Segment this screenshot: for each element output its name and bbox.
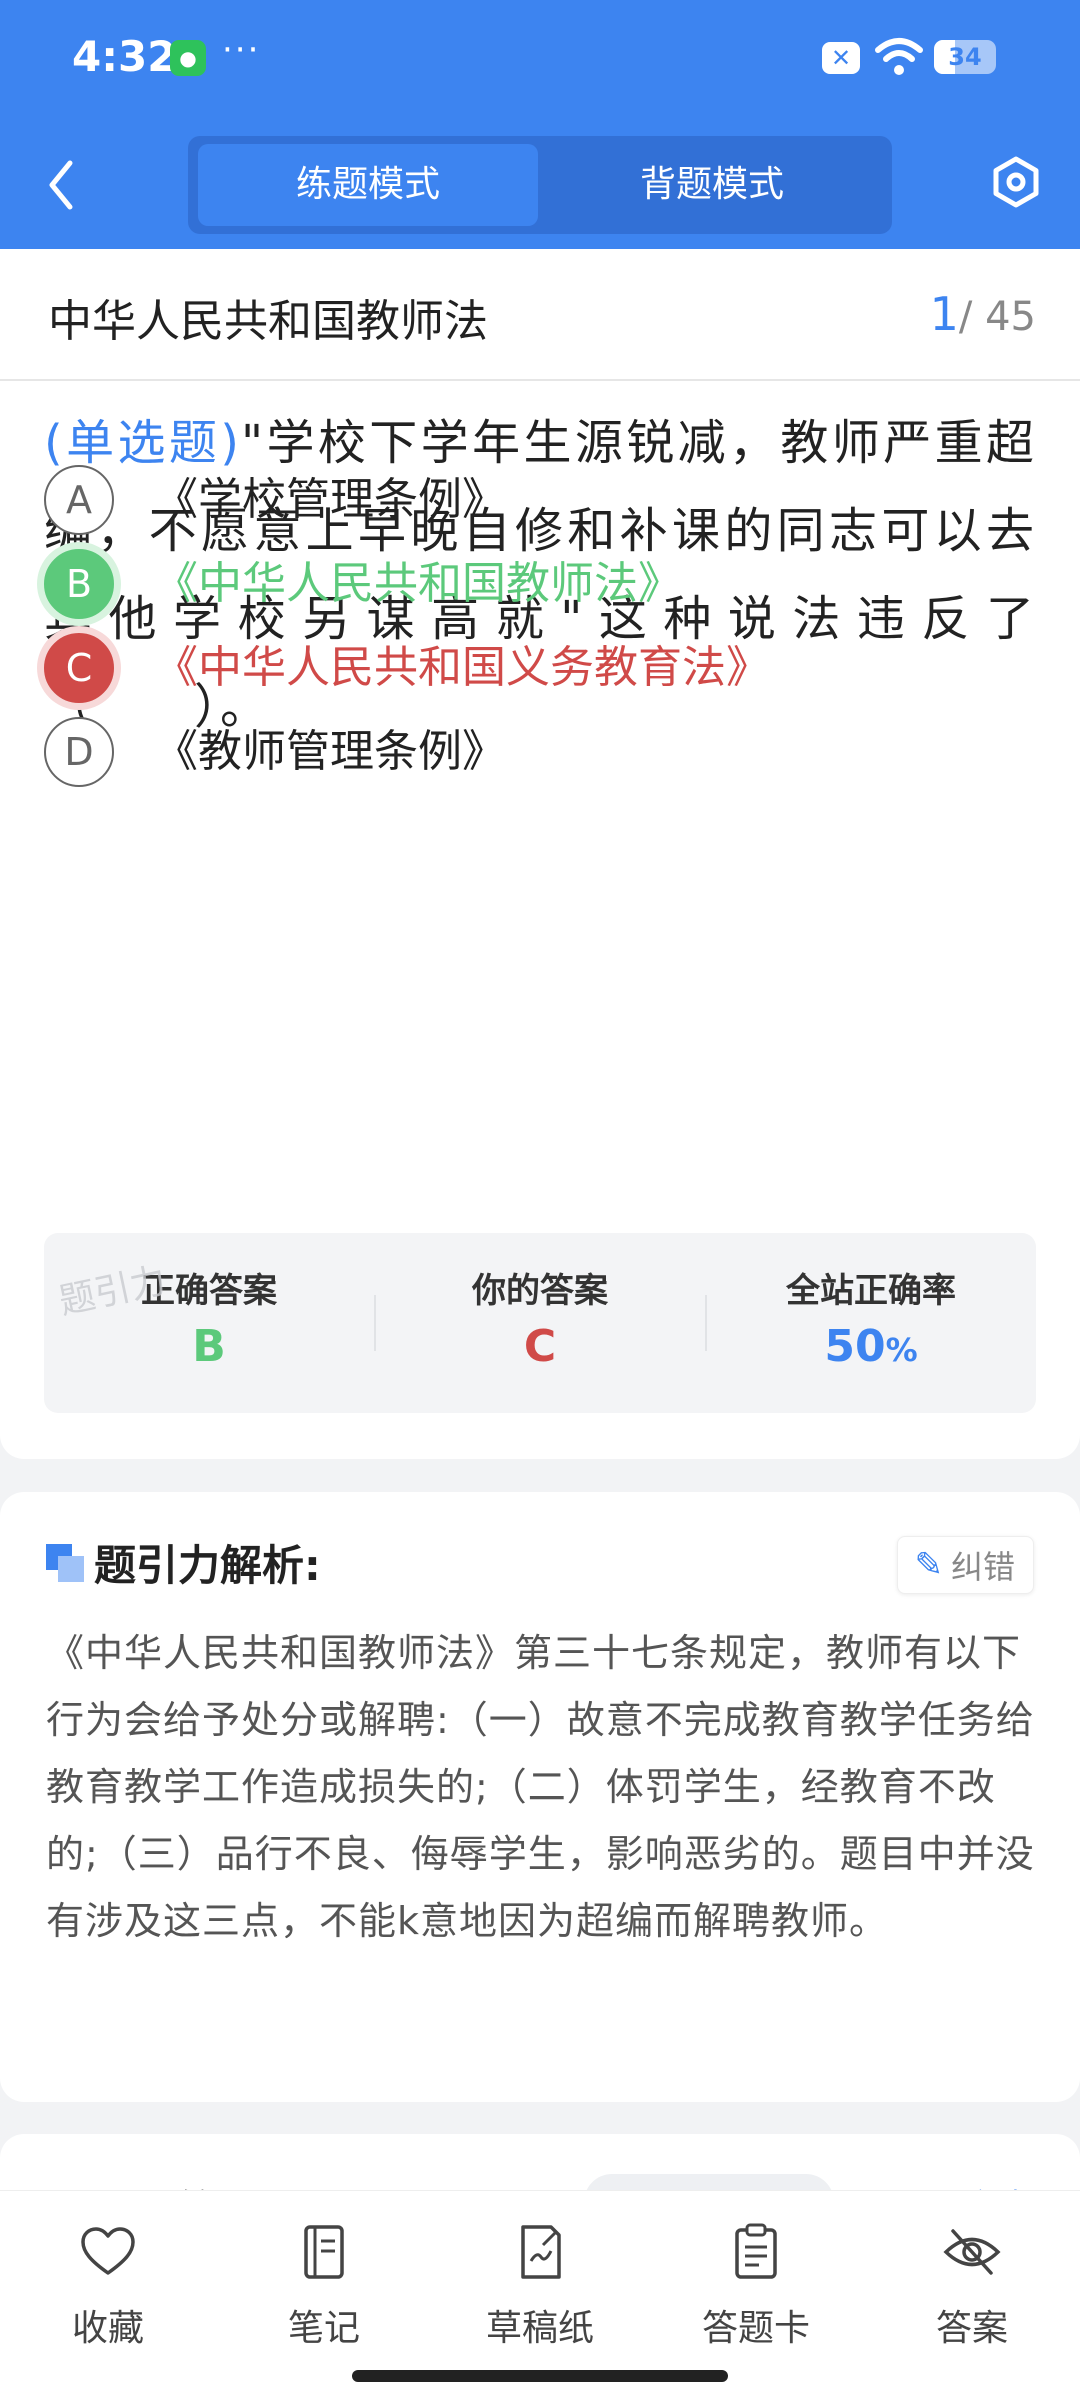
- option-d[interactable]: D 《教师管理条例》: [44, 717, 1044, 807]
- no-sim-icon: ✕: [822, 42, 860, 74]
- battery-icon: 34: [934, 40, 996, 74]
- option-text: 《学校管理条例》: [154, 474, 506, 525]
- more-notifications-icon: ···: [222, 30, 261, 70]
- status-bar: 4:32 ● ··· ✕ 34: [0, 0, 1080, 120]
- correct-answer-block: 正确答案 B: [44, 1233, 374, 1413]
- option-a[interactable]: A 《学校管理条例》: [44, 465, 1044, 555]
- option-b[interactable]: B 《中华人民共和国教师法》: [44, 549, 1044, 639]
- option-text: 《中华人民共和国教师法》: [154, 558, 682, 609]
- report-error-button[interactable]: ✎ 纠错: [897, 1536, 1034, 1594]
- subject-title: 中华人民共和国教师法: [48, 296, 488, 347]
- analysis-text: 《中华人民共和国教师法》第三十七条规定，教师有以下行为会给予处分或解聘:（一）故…: [46, 1631, 1035, 1943]
- status-time: 4:32: [72, 32, 177, 81]
- nav-notes[interactable]: 笔记: [244, 2221, 404, 2361]
- nav-label: 答案: [935, 2308, 1008, 2349]
- divider: [0, 379, 1080, 381]
- draft-paper-icon: [521, 2225, 561, 2279]
- mode-switch: 练题模式 背题模式: [188, 136, 892, 234]
- option-letter: B: [44, 549, 114, 619]
- option-letter: C: [44, 633, 114, 703]
- settings-icon[interactable]: [990, 156, 1042, 208]
- accuracy-rate-value: 50%: [824, 1321, 918, 1372]
- top-bar: 4:32 ● ··· ✕ 34 练题模式 背题模式: [0, 0, 1080, 249]
- option-text: 《教师管理条例》: [154, 726, 506, 777]
- question-counter[interactable]: 1/ 45: [930, 287, 1036, 341]
- accuracy-rate-label: 全站正确率: [786, 1271, 956, 1311]
- option-c[interactable]: C 《中华人民共和国义务教育法》: [44, 633, 1044, 723]
- nav-label: 答题卡: [701, 2308, 810, 2349]
- analysis-title: 题引力解析:: [94, 1541, 321, 1590]
- section-icon: [46, 1544, 84, 1582]
- wechat-icon: ●: [170, 40, 206, 76]
- notebook-icon: [304, 2225, 344, 2279]
- nav-answer-sheet[interactable]: 答题卡: [676, 2221, 836, 2361]
- battery-level: 34: [948, 43, 982, 71]
- your-answer-value: C: [523, 1321, 557, 1372]
- nav-label: 收藏: [71, 2308, 144, 2349]
- report-error-label: 纠错: [950, 1548, 1015, 1586]
- total-questions: / 45: [958, 294, 1036, 340]
- edit-icon: ✎: [914, 1545, 943, 1585]
- nav-answer-toggle[interactable]: 答案: [892, 2221, 1052, 2361]
- answer-sheet-icon: [735, 2223, 777, 2279]
- answer-summary: 正确答案 B 你的答案 C 全站正确率 50%: [44, 1233, 1036, 1413]
- your-answer-label: 你的答案: [472, 1271, 608, 1311]
- question-type-label: (单选题): [44, 415, 242, 471]
- tab-practice-mode[interactable]: 练题模式: [198, 144, 538, 226]
- wifi-icon: [875, 38, 923, 75]
- heart-icon: [81, 2227, 135, 2275]
- tab-memorize-mode[interactable]: 背题模式: [542, 144, 882, 226]
- option-letter: D: [44, 717, 114, 787]
- option-letter: A: [44, 465, 114, 535]
- nav-draft-paper[interactable]: 草稿纸: [460, 2221, 620, 2361]
- option-text: 《中华人民共和国义务教育法》: [154, 642, 770, 693]
- analysis-card: 题引力解析: ✎ 纠错 《中华人民共和国教师法》第三十七条规定，教师有以下行为会…: [0, 1492, 1080, 2102]
- nav-label: 草稿纸: [485, 2308, 594, 2349]
- your-answer-block: 你的答案 C: [375, 1233, 705, 1413]
- nav-favorite[interactable]: 收藏: [28, 2221, 188, 2361]
- eye-off-icon: [943, 2229, 1001, 2275]
- correct-answer-value: B: [192, 1321, 226, 1372]
- accuracy-rate-block: 全站正确率 50%: [706, 1233, 1036, 1413]
- back-icon[interactable]: [40, 155, 84, 215]
- home-indicator[interactable]: [352, 2370, 728, 2382]
- current-question-number: 1: [929, 287, 959, 341]
- nav-label: 笔记: [287, 2308, 360, 2349]
